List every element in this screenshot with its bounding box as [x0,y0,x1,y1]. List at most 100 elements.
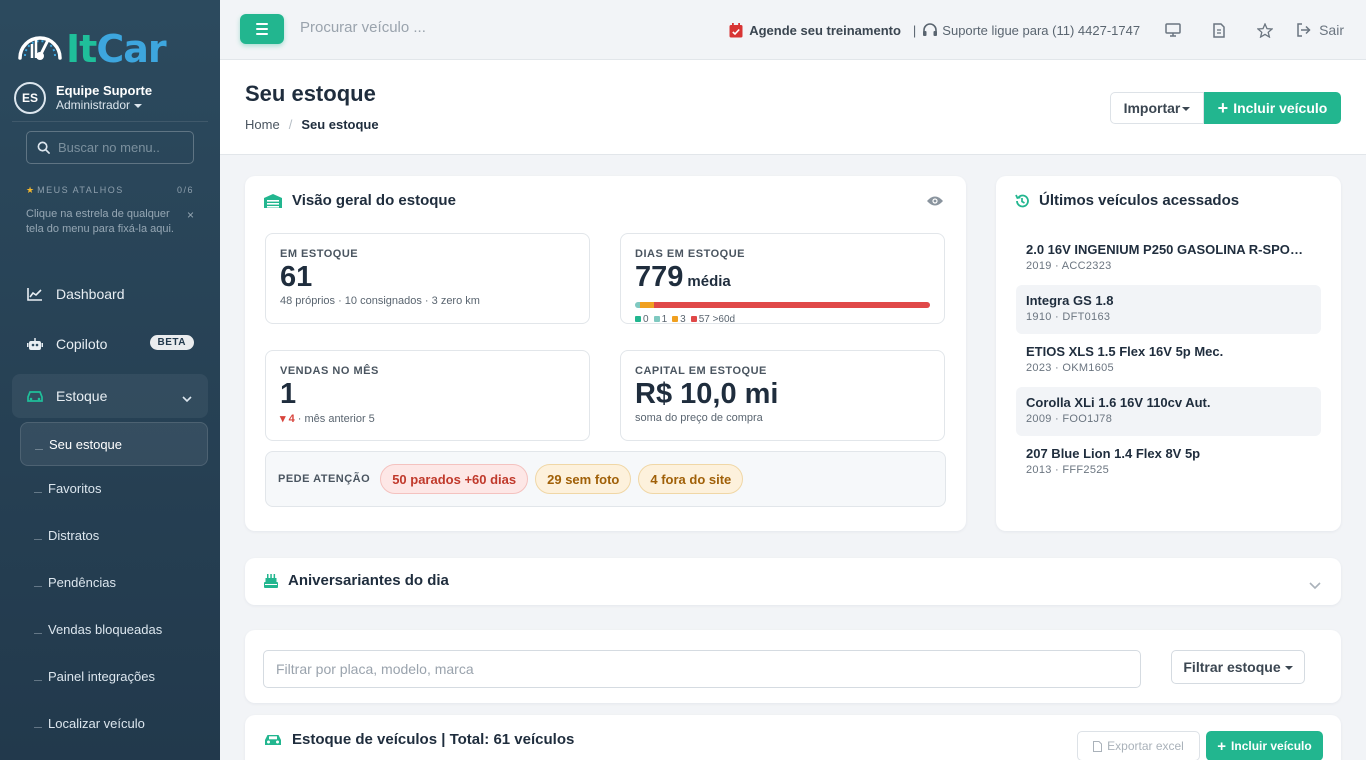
stat-label: VENDAS NO MÊS [280,365,379,377]
menu-search-input[interactable] [58,140,188,155]
breadcrumb-home[interactable]: Home [245,117,280,132]
logout-button[interactable]: Sair [1288,22,1366,38]
support-label: Suporte ligue para (11) 4427-1747 [942,22,1141,38]
legend-item: 3 [672,314,686,325]
stock-filter-input[interactable] [263,650,1141,688]
vehicles-title: Estoque de veículos | Total: 61 veículos [292,731,575,748]
stat-sales-month: VENDAS NO MÊS 1 ▾ 4 · mês anterior 5 [265,350,590,441]
menu-toggle-button[interactable] [240,14,284,44]
include-vehicle-label: Incluir veículo [1231,739,1312,753]
chip-stalled[interactable]: 50 parados +60 dias [380,464,529,494]
cake-icon [263,572,279,589]
stat-value: 61 [280,261,313,293]
sidebar-item-dashboard[interactable]: Dashboard [12,272,208,316]
sidebar-item-estoque[interactable]: Estoque [12,374,208,418]
filter-stock-button[interactable]: Filtrar estoque [1171,650,1305,684]
logo-text: ItCar [66,27,167,71]
list-item[interactable]: 207 Blue Lion 1.4 Flex 8V 5p 2013 · FFF25… [1016,438,1321,487]
sidebar-subitem-seu-estoque[interactable]: Seu estoque [20,422,208,466]
calendar-check-icon [729,22,743,38]
chip-no-photo[interactable]: 29 sem foto [535,464,632,494]
breadcrumb: Home / Seu estoque [245,117,379,132]
recent-title: Últimos veículos acessados [1039,192,1240,209]
filter-stock-label: Filtrar estoque [1183,659,1281,675]
attention-label: PEDE ATENÇÃO [278,473,371,485]
caret-down-icon [1284,666,1293,671]
days-legend: 0 1 3 57 >60d [635,314,930,325]
sidebar-item-label: Estoque [56,388,108,404]
legend-label: 1 [661,314,668,325]
card-title: Visão geral do estoque [263,192,456,209]
speedometer-logo-icon [14,24,64,74]
training-link[interactable]: Agende seu treinamento [729,22,901,38]
include-vehicle-button-secondary[interactable]: + Incluir veículo [1206,731,1323,760]
list-item[interactable]: ETIOS XLS 1.5 Flex 16V 5p Mec. 2023 · OKM… [1016,336,1321,385]
stat-suffix: média [687,273,731,290]
close-icon[interactable]: × [187,208,194,222]
logout-label: Sair [1319,22,1344,38]
monitor-icon[interactable] [1150,0,1196,60]
sidebar-subitem-localizar-veiculo[interactable]: Localizar veículo [20,701,208,745]
legend-swatch [635,316,641,322]
list-item[interactable]: 2.0 16V INGENIUM P250 GASOLINA R-SPORT..… [1016,234,1321,283]
car-icon [26,387,44,405]
include-vehicle-button[interactable]: + Incluir veículo [1204,92,1341,124]
user-role[interactable]: Administrador [56,98,152,113]
export-excel-button[interactable]: Exportar excel [1077,731,1200,760]
car-icon [263,733,283,747]
shortcuts-title: MEUS ATALHOS [37,185,124,195]
birthdays-panel[interactable]: Aniversariantes do dia [245,558,1341,605]
divider: | [912,22,917,38]
legend-label: 3 [680,314,686,325]
sidebar-item-label: Dashboard [56,286,125,302]
logo[interactable]: ItCar [14,24,167,74]
import-button[interactable]: Importar [1110,92,1204,124]
user-role-label: Administrador [56,98,131,112]
vehicle-meta: 2019 · ACC2323 [1026,260,1112,272]
logout-icon [1296,23,1311,37]
caret-down-icon [1182,107,1191,112]
eye-icon[interactable] [926,194,944,212]
stat-capital: CAPITAL EM ESTOQUE R$ 10,0 mi soma do pr… [620,350,945,441]
vehicle-search-input[interactable] [300,19,560,36]
menu-search[interactable] [26,131,194,164]
legend-item: 0 [635,314,649,325]
invoice-icon[interactable] [1196,0,1242,60]
file-excel-icon [1093,740,1103,752]
recent-list: 2.0 16V INGENIUM P250 GASOLINA R-SPORT..… [1016,234,1321,489]
sidebar-subitem-favoritos[interactable]: Favoritos [20,466,208,510]
sidebar-subitem-painel-integracoes[interactable]: Painel integrações [20,654,208,698]
list-item[interactable]: Corolla XLi 1.6 16V 110cv Aut. 2009 · FOO… [1016,387,1321,436]
legend-label: 57 >60d [698,314,736,325]
legend-swatch [653,316,660,322]
stat-value: 779 [635,261,684,293]
stat-label: CAPITAL EM ESTOQUE [635,365,767,377]
support-info: Suporte ligue para (11) 4427-1747 [922,23,1140,38]
vehicle-name: Corolla XLi 1.6 16V 110cv Aut. [1026,395,1211,410]
stat-sub: · mês anterior 5 [297,413,375,425]
training-label: Agende seu treinamento [749,22,901,38]
card-title: Últimos veículos acessados [1014,192,1239,209]
list-item[interactable]: Integra GS 1.8 1910 · DFT0163 [1016,285,1321,334]
sidebar-item-copiloto[interactable]: Copiloto BETA [12,322,208,366]
overview-title: Visão geral do estoque [292,192,456,209]
sidebar-subitem-distratos[interactable]: Distratos [20,513,208,557]
include-vehicle-label: Incluir veículo [1233,100,1328,116]
logo-text-it: It [66,27,97,71]
stock-overview-card: Visão geral do estoque EM ESTOQUE 61 48 … [245,176,966,531]
legend-item: 1 [653,314,668,325]
sales-delta: 4 [288,413,295,425]
caret-down-icon [134,103,143,108]
stat-label: DIAS EM ESTOQUE [635,248,745,260]
divider [12,121,208,122]
avatar: ES [14,82,46,114]
vehicle-stock-card: Estoque de veículos | Total: 61 veículos… [245,715,1341,760]
vehicle-name: 2.0 16V INGENIUM P250 GASOLINA R-SPORT..… [1026,242,1311,257]
chip-off-site[interactable]: 4 fora do site [638,464,744,494]
user-menu[interactable]: ES Equipe Suporte Administrador [14,82,152,114]
star-outline-icon[interactable] [1242,0,1288,60]
sidebar-subitem-vendas-bloqueadas[interactable]: Vendas bloqueadas [20,607,208,651]
stat-sub: soma do preço de compra [635,412,763,424]
chevron-down-icon [1309,577,1321,595]
sidebar-subitem-pendencias[interactable]: Pendências [20,560,208,604]
